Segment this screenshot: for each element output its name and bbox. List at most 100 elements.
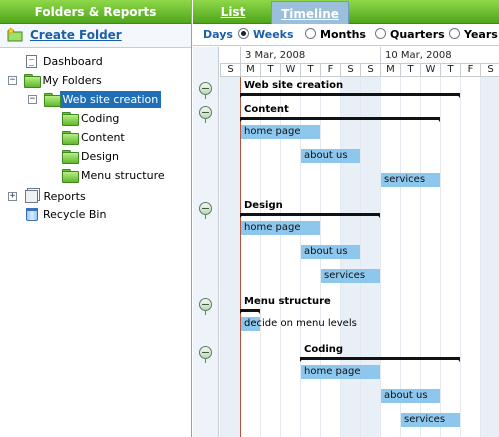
tab-list[interactable]: List [203, 0, 263, 24]
collapse-toggle-icon[interactable]: − [28, 95, 37, 104]
scale-months-option[interactable]: Months [305, 28, 366, 41]
day-column [460, 77, 480, 437]
create-folder-link[interactable]: Create Folder [30, 28, 122, 42]
tree-item-dashboard[interactable]: Dashboard [24, 53, 106, 70]
day-column [440, 77, 460, 437]
task-bar[interactable]: services [401, 413, 460, 427]
task-bar[interactable]: home page [241, 125, 320, 139]
day-letter: M [240, 64, 260, 77]
create-folder-row: Create Folder [0, 24, 191, 48]
task-label: decide on menu levels [244, 318, 357, 329]
recycle-bin-icon [26, 208, 38, 221]
week-header: 3 Mar, 2008 10 Mar, 2008 [220, 47, 499, 64]
tree-item-label: Design [81, 150, 119, 163]
collapse-row-icon[interactable] [199, 106, 212, 123]
radio-icon[interactable] [449, 28, 460, 39]
tree-item-label: Menu structure [81, 169, 165, 182]
radio-selected-icon[interactable] [238, 28, 249, 39]
folder-icon [62, 150, 79, 164]
day-letter: W [280, 64, 300, 77]
summary-bar[interactable] [240, 93, 460, 98]
folders-panel: Folders & Reports Create Folder Dashboar… [0, 0, 192, 437]
tree-item-label: Reports [43, 190, 86, 203]
collapse-row-icon[interactable] [199, 82, 212, 99]
day-column [420, 77, 440, 437]
collapse-row-icon[interactable] [199, 202, 212, 219]
dashboard-icon [26, 55, 37, 68]
folder-icon [43, 93, 61, 107]
task-bar[interactable]: about us [381, 389, 440, 403]
day-letter: T [260, 64, 280, 77]
group-label-menu-structure: Menu structure [244, 296, 331, 307]
group-label-coding: Coding [304, 344, 344, 355]
collapse-row-icon[interactable] [199, 298, 212, 315]
day-letter: W [420, 64, 440, 77]
task-bar[interactable]: services [321, 269, 380, 283]
group-label-web-site-creation: Web site creation [244, 80, 344, 91]
scale-quarters-label: Quarters [390, 28, 445, 41]
day-letter: S [480, 64, 499, 77]
folder-icon [62, 112, 79, 126]
scale-weeks-option[interactable]: Weeks [238, 28, 294, 41]
day-column [400, 77, 420, 437]
tree-item-recycle-bin[interactable]: Recycle Bin [24, 206, 109, 223]
scale-quarters-option[interactable]: Quarters [375, 28, 445, 41]
tree-item-web-site-creation[interactable]: − Web site creation [28, 91, 162, 108]
day-column [360, 77, 380, 437]
task-bar[interactable]: about us [301, 245, 360, 259]
scale-days-option[interactable]: Days [203, 28, 233, 41]
tree-item-my-folders[interactable]: − My Folders [8, 72, 105, 89]
scale-years-option[interactable]: Years [449, 28, 498, 41]
reports-icon [24, 190, 38, 203]
day-letter: T [300, 64, 320, 77]
day-letter: M [380, 64, 400, 77]
tree-item-label: Coding [81, 112, 120, 125]
tree-item-coding[interactable]: Coding [62, 110, 122, 127]
new-folder-icon [7, 28, 23, 42]
tree-item-label: My Folders [42, 74, 102, 87]
timeline-panel: List Timeline Days Weeks Months Quarters… [193, 0, 499, 437]
task-bar[interactable]: home page [301, 365, 380, 379]
tree-item-design[interactable]: Design [62, 148, 122, 165]
timeline-gutter [193, 47, 219, 437]
tree-item-content[interactable]: Content [62, 129, 128, 146]
day-letter: S [220, 64, 240, 77]
tree-item-label: Dashboard [43, 55, 103, 68]
day-column [480, 77, 499, 437]
day-letter: T [400, 64, 420, 77]
tree-item-label: Content [81, 131, 125, 144]
folder-icon [62, 169, 79, 183]
view-tabs: List Timeline [193, 0, 499, 24]
time-scale-selector: Days Weeks Months Quarters Years [193, 24, 499, 46]
task-bar[interactable]: services [381, 173, 440, 187]
scale-months-label: Months [320, 28, 366, 41]
tab-timeline[interactable]: Timeline [271, 1, 349, 24]
collapse-row-icon[interactable] [199, 346, 212, 363]
summary-bar[interactable] [240, 309, 260, 314]
task-bar[interactable]: about us [301, 149, 360, 163]
timeline-chart: 3 Mar, 2008 10 Mar, 2008 SMTWTFSSMTWTFS … [220, 47, 499, 437]
day-letter: S [360, 64, 380, 77]
task-bar[interactable]: home page [241, 221, 320, 235]
day-letter: S [340, 64, 360, 77]
summary-bar[interactable] [240, 117, 440, 122]
group-label-content: Content [244, 104, 289, 115]
week-label: 3 Mar, 2008 [240, 47, 380, 64]
folder-icon [62, 131, 79, 145]
radio-icon[interactable] [375, 28, 386, 39]
group-label-design: Design [244, 200, 283, 211]
day-column [380, 77, 400, 437]
folders-panel-title: Folders & Reports [0, 0, 191, 24]
radio-icon[interactable] [305, 28, 316, 39]
expand-toggle-icon[interactable]: + [8, 192, 17, 201]
summary-bar[interactable] [300, 357, 460, 362]
collapse-toggle-icon[interactable]: − [8, 76, 17, 85]
summary-bar[interactable] [240, 213, 380, 218]
day-letter: F [460, 64, 480, 77]
tree-item-menu-structure[interactable]: Menu structure [62, 167, 168, 184]
scale-years-label: Years [464, 28, 498, 41]
day-header: SMTWTFSSMTWTFS [220, 64, 499, 77]
day-column [220, 77, 240, 437]
tree-item-reports[interactable]: + Reports [8, 188, 89, 205]
day-letter: F [320, 64, 340, 77]
